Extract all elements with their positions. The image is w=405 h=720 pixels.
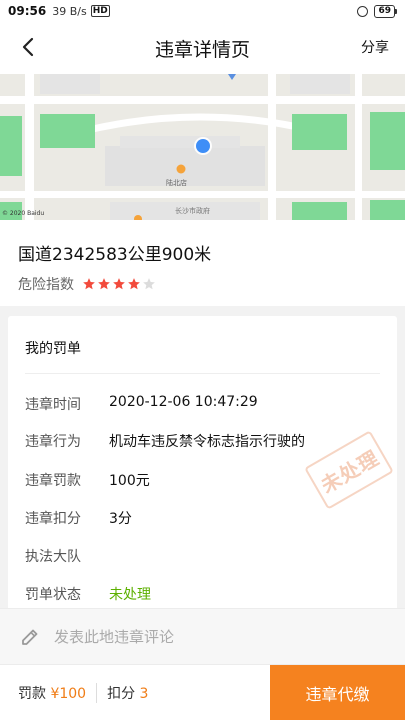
rotation-lock-icon bbox=[357, 5, 369, 17]
row-violation-behavior: 违章行为 机动车违反禁令标志指示行驶的 bbox=[25, 431, 305, 451]
star-empty-icon bbox=[143, 278, 155, 290]
map-credit: © 2020 Baidu bbox=[2, 210, 45, 217]
unprocessed-stamp: 未处理 bbox=[304, 430, 394, 510]
page-title: 违章详情页 bbox=[154, 38, 250, 61]
row-label: 违章行为 bbox=[25, 434, 81, 450]
fine-summary-label: 罚款 bbox=[18, 685, 46, 702]
row-value: 100元 bbox=[109, 473, 150, 489]
battery-icon: 69 bbox=[374, 4, 397, 18]
map-poi-label: 陆北店 bbox=[166, 178, 187, 187]
status-bar: 09:56 39 B/s HD 69 bbox=[0, 0, 405, 22]
row-enforcement-unit: 执法大队 bbox=[25, 546, 109, 566]
battery-level: 69 bbox=[374, 4, 395, 18]
star-filled-icon bbox=[113, 278, 125, 290]
row-value: 2020-12-06 10:47:29 bbox=[109, 394, 258, 410]
row-value: 3分 bbox=[109, 511, 132, 527]
map-canvas: 陆北店 长沙市政府 bbox=[0, 74, 405, 220]
row-violation-time: 违章时间 2020-12-06 10:47:29 bbox=[25, 394, 258, 414]
risk-stars bbox=[82, 277, 156, 291]
hd-badge: HD bbox=[90, 5, 110, 17]
row-violation-points: 违章扣分 3分 bbox=[25, 508, 132, 528]
row-label: 违章扣分 bbox=[25, 511, 81, 527]
back-arrow-icon[interactable] bbox=[18, 36, 40, 58]
pay-violation-button[interactable]: 违章代缴 bbox=[270, 665, 405, 720]
divider bbox=[25, 373, 380, 374]
share-button[interactable]: 分享 bbox=[361, 37, 389, 57]
title-bar: 违章详情页 分享 bbox=[0, 22, 405, 74]
star-filled-icon bbox=[128, 278, 140, 290]
row-label: 执法大队 bbox=[25, 549, 81, 565]
row-fine-status: 罚单状态 未处理 bbox=[25, 584, 151, 604]
points-summary: 扣分 3 bbox=[107, 683, 148, 703]
violation-detail-page: 09:56 39 B/s HD 69 违章详情页 分享 陆北店 长沙市政府 © … bbox=[0, 0, 405, 720]
row-label: 违章时间 bbox=[25, 397, 81, 413]
fine-summary-value: ¥100 bbox=[50, 685, 87, 702]
row-violation-fine: 违章罚款 100元 bbox=[25, 470, 150, 490]
fine-card: 我的罚单 违章时间 2020-12-06 10:47:29 违章行为 机动车违反… bbox=[8, 316, 397, 616]
network-speed: 39 B/s bbox=[52, 4, 87, 18]
points-summary-label: 扣分 bbox=[107, 685, 136, 702]
bottom-bar: 罚款 ¥100 扣分 3 违章代缴 bbox=[0, 664, 405, 720]
star-filled-icon bbox=[83, 278, 95, 290]
status-value: 未处理 bbox=[109, 587, 151, 603]
star-filled-icon bbox=[98, 278, 110, 290]
risk-index: 危险指数 bbox=[18, 274, 156, 294]
points-summary-value: 3 bbox=[139, 685, 149, 702]
pencil-icon bbox=[22, 629, 38, 645]
comment-placeholder[interactable]: 发表此地违章评论 bbox=[54, 626, 174, 647]
row-label: 违章罚款 bbox=[25, 473, 81, 489]
risk-label: 危险指数 bbox=[18, 277, 74, 293]
fine-summary: 罚款 ¥100 bbox=[18, 683, 86, 703]
separator bbox=[96, 682, 98, 703]
road-name: 国道2342583公里900米 bbox=[18, 245, 212, 265]
poi-marker bbox=[176, 164, 186, 174]
location-panel: 国道2342583公里900米 危险指数 bbox=[0, 220, 405, 306]
row-label: 罚单状态 bbox=[25, 587, 81, 603]
fine-card-title: 我的罚单 bbox=[25, 341, 81, 357]
location-marker-icon bbox=[196, 139, 210, 153]
comment-bar[interactable]: 发表此地违章评论 bbox=[0, 608, 405, 664]
map-view[interactable]: 陆北店 长沙市政府 © 2020 Baidu bbox=[0, 74, 405, 220]
status-time: 09:56 bbox=[8, 4, 47, 18]
row-value: 机动车违反禁令标志指示行驶的 bbox=[109, 434, 305, 450]
map-road-label: 长沙市政府 bbox=[175, 206, 210, 215]
